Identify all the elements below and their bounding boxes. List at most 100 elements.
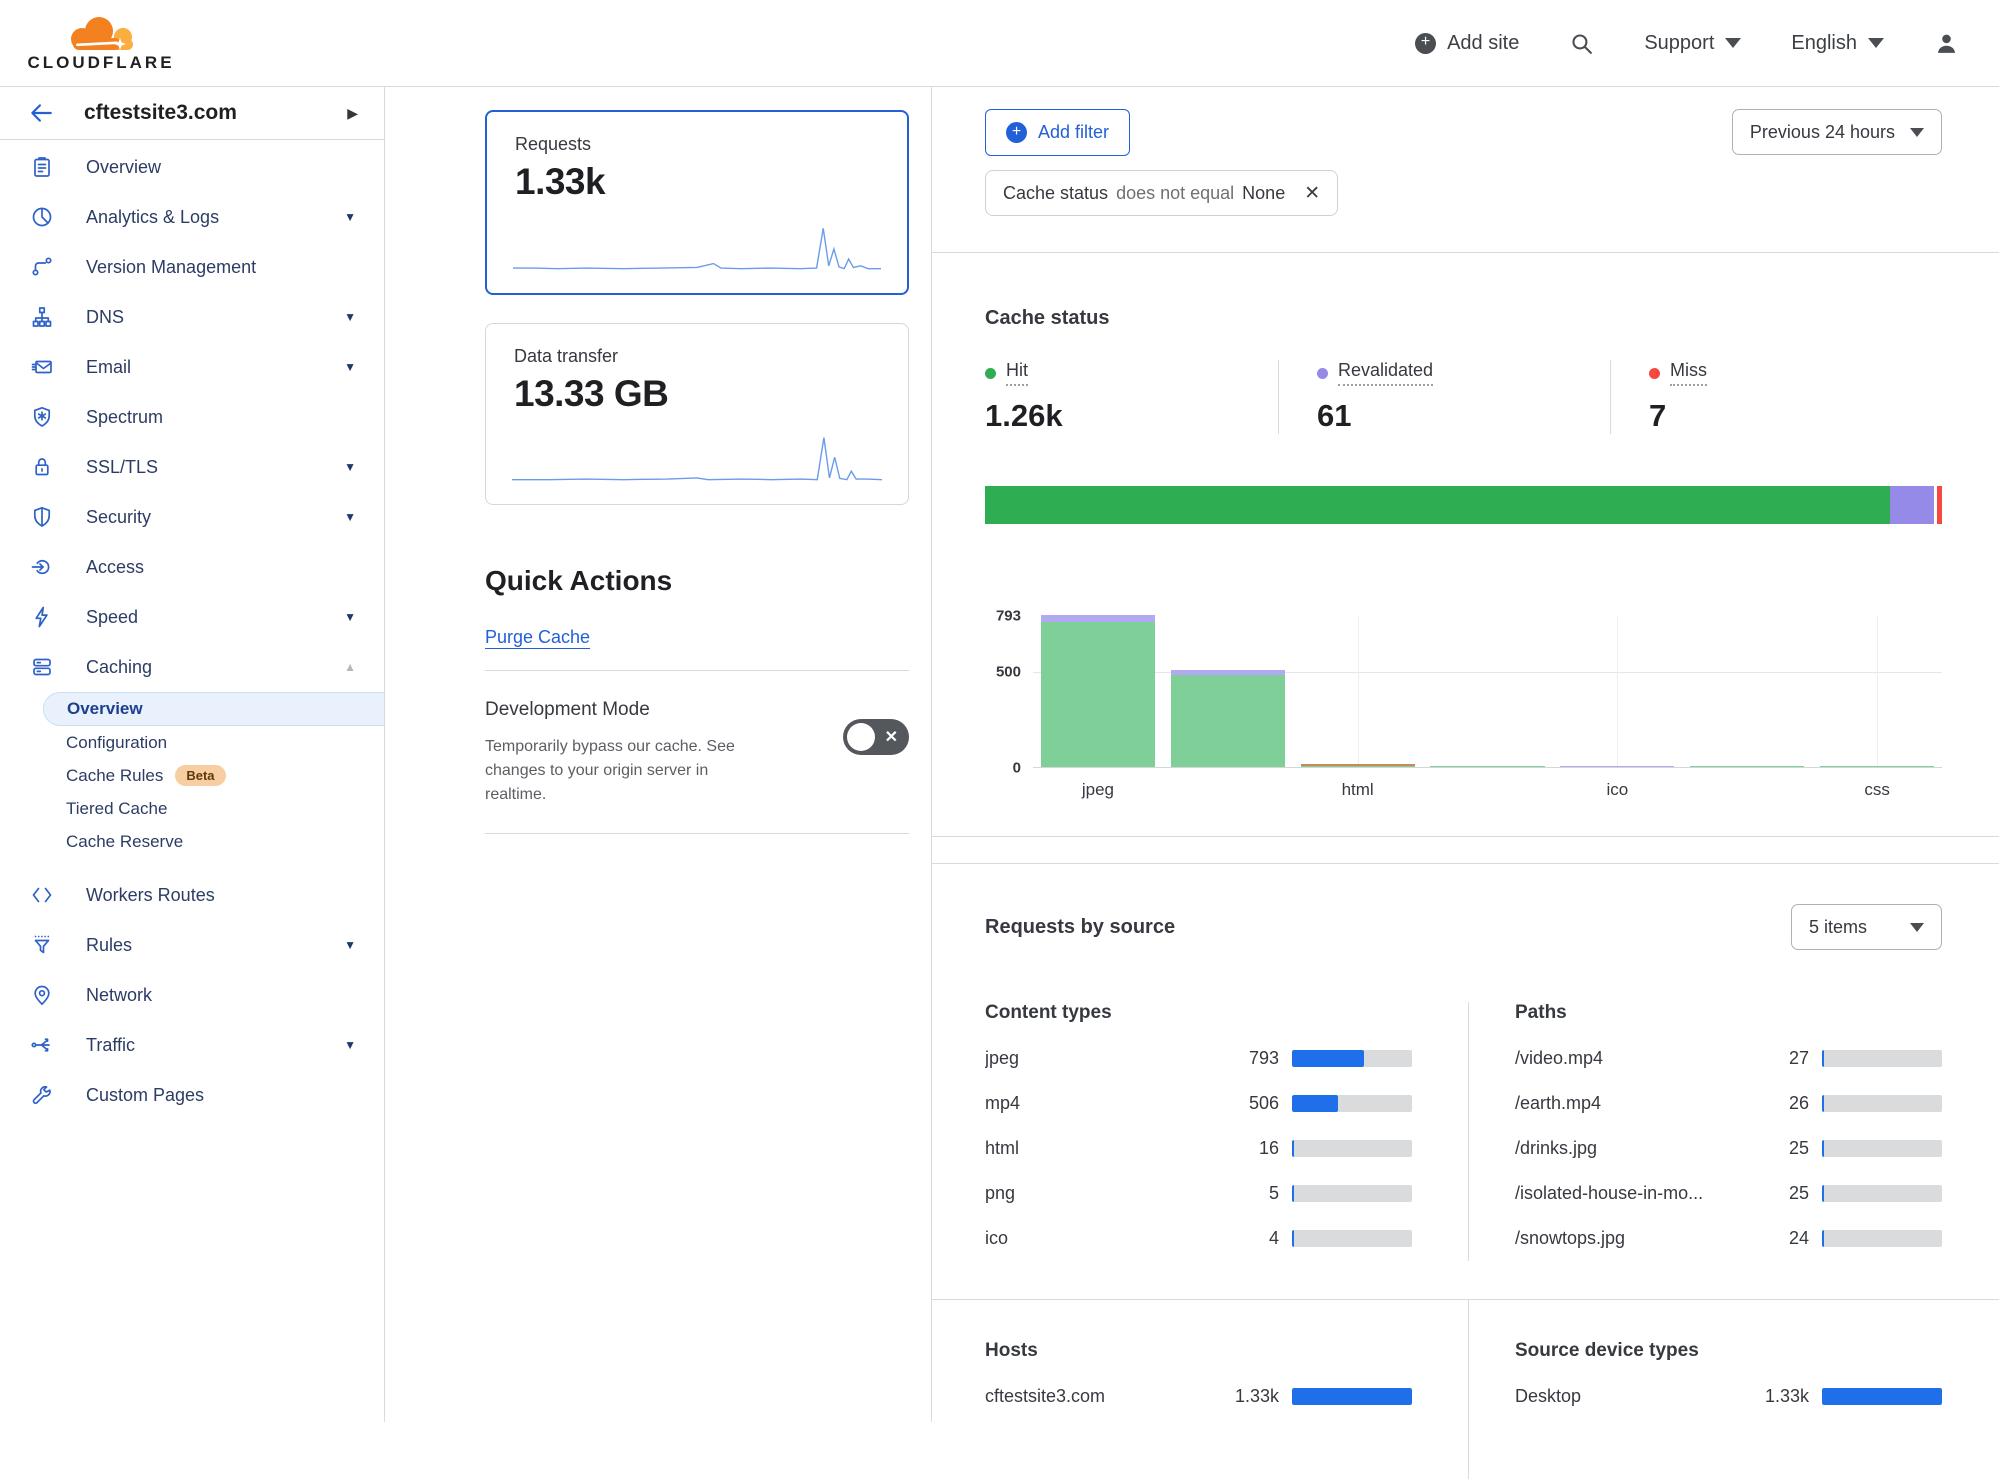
table-row: /drinks.jpg25: [1515, 1126, 1942, 1171]
table-row: /isolated-house-in-mo...25: [1515, 1171, 1942, 1216]
sidebar-item-workers-routes[interactable]: Workers Routes: [0, 870, 384, 920]
row-value: 4: [1209, 1228, 1279, 1249]
account-icon[interactable]: [1934, 31, 1959, 56]
sidebar-item-label: Traffic: [86, 1035, 135, 1056]
sidebar-item-analytics-logs[interactable]: Analytics & Logs▼: [0, 192, 384, 242]
y-tick-label: 500: [996, 664, 1021, 681]
site-name: cftestsite3.com: [84, 101, 347, 125]
development-mode-description: Temporarily bypass our cache. See change…: [485, 735, 763, 807]
bar-segment-hit: [1301, 766, 1415, 767]
email-icon: [30, 355, 54, 379]
table-row: /video.mp427: [1515, 1036, 1942, 1081]
close-icon[interactable]: ✕: [1304, 182, 1320, 205]
site-switcher-caret-icon[interactable]: ▶: [347, 105, 358, 122]
analytics-panel: + Add filter Cache status does not equal…: [932, 87, 1999, 1422]
requests-metric-card[interactable]: Requests 1.33k: [485, 110, 909, 295]
sidebar-item-label: Analytics & Logs: [86, 207, 219, 228]
add-site-label: Add site: [1447, 32, 1519, 55]
sidebar-item-label: Version Management: [86, 257, 256, 278]
sidebar-item-overview[interactable]: Overview: [0, 142, 384, 192]
sidebar-item-security[interactable]: Security▼: [0, 492, 384, 542]
purge-cache-link[interactable]: Purge Cache: [485, 627, 590, 648]
sidebar-item-label: Network: [86, 985, 152, 1006]
requests-by-source-title: Requests by source: [985, 916, 1175, 939]
add-site-button[interactable]: + Add site: [1415, 32, 1519, 55]
sidebar-item-network[interactable]: Network: [0, 970, 384, 1020]
row-bar-track: [1292, 1095, 1412, 1112]
funnel-icon: [30, 933, 54, 957]
bar-segment-revalidated: [1041, 615, 1155, 622]
time-range-select[interactable]: Previous 24 hours: [1732, 109, 1942, 155]
sidebar-item-speed[interactable]: Speed▼: [0, 592, 384, 642]
table-row: ico4: [985, 1216, 1412, 1261]
divider: [485, 670, 909, 671]
chevron-down-icon: [1868, 38, 1884, 48]
chart-bar-html: [1301, 764, 1415, 767]
sidebar-subitem-cache-reserve[interactable]: Cache Reserve: [0, 825, 384, 858]
stat-label-hit[interactable]: Hit: [985, 360, 1028, 386]
bar-segment-revalidated: [1560, 766, 1674, 767]
sidebar-item-ssl-tls[interactable]: SSL/TLS ▼: [0, 442, 384, 492]
sidebar-item-access[interactable]: Access: [0, 542, 384, 592]
sidebar: cftestsite3.com ▶ OverviewAnalytics & Lo…: [0, 87, 385, 1422]
sidebar-subitem-label: Overview: [67, 699, 143, 719]
stacked-segment-miss: [1937, 486, 1942, 524]
row-bar-fill: [1292, 1185, 1294, 1202]
content-types-table: Content typesjpeg793mp4506html16png5ico4: [985, 1002, 1469, 1261]
stat-value-miss: 7: [1649, 398, 1942, 434]
toggle-knob: [847, 723, 875, 751]
items-count-select[interactable]: 5 items: [1791, 904, 1942, 950]
sidebar-item-spectrum[interactable]: Spectrum: [0, 392, 384, 442]
chart-bar-png: [1430, 766, 1544, 767]
chart-bar-css: [1820, 766, 1934, 767]
sidebar-item-custom-pages[interactable]: Custom Pages: [0, 1070, 384, 1120]
data-transfer-metric-card[interactable]: Data transfer 13.33 GB: [485, 323, 909, 505]
search-icon[interactable]: [1569, 31, 1594, 56]
development-mode-section: Development Mode Temporarily bypass our …: [485, 699, 909, 807]
filter-operator: does not equal: [1116, 183, 1234, 204]
chevron-down-icon: ▼: [344, 1038, 356, 1052]
sidebar-item-traffic[interactable]: Traffic ▼: [0, 1020, 384, 1070]
requests-value: 1.33k: [515, 161, 879, 203]
sidebar-item-rules[interactable]: Rules▼: [0, 920, 384, 970]
stat-label-revalidated[interactable]: Revalidated: [1317, 360, 1433, 386]
chevron-down-icon: ▼: [344, 460, 356, 474]
plus-icon: +: [1006, 122, 1027, 143]
sidebar-item-label: Custom Pages: [86, 1085, 204, 1106]
cloudflare-logo[interactable]: CLOUDFLARE: [22, 14, 180, 73]
development-mode-toggle[interactable]: ✕: [843, 719, 909, 755]
sidebar-item-caching[interactable]: Caching▲: [0, 642, 384, 692]
row-label: /isolated-house-in-mo...: [1515, 1183, 1739, 1204]
x-tick-label-html: html: [1342, 780, 1374, 800]
sidebar-item-dns[interactable]: DNS▼: [0, 292, 384, 342]
row-value: 25: [1739, 1138, 1809, 1159]
row-bar-fill: [1292, 1388, 1412, 1405]
back-arrow-icon[interactable]: [28, 100, 54, 126]
language-menu[interactable]: English: [1791, 32, 1884, 55]
row-value: 24: [1739, 1228, 1809, 1249]
sidebar-subitem-cache-rules[interactable]: Cache RulesBeta: [0, 759, 384, 792]
row-bar-fill: [1292, 1095, 1338, 1112]
sidebar-subitem-tiered-cache[interactable]: Tiered Cache: [0, 792, 384, 825]
stat-label-miss[interactable]: Miss: [1649, 360, 1707, 386]
site-header: cftestsite3.com ▶: [0, 87, 384, 140]
bar-segment-hit: [1690, 766, 1804, 767]
sidebar-subitem-overview[interactable]: Overview: [43, 692, 384, 726]
sidebar-subitem-configuration[interactable]: Configuration: [0, 726, 384, 759]
sidebar-item-label: SSL/TLS: [86, 457, 158, 478]
items-count-value: 5 items: [1809, 917, 1867, 938]
stat-revalidated: Revalidated61: [1278, 360, 1610, 434]
chart-x-axis: jpeghtmlicocss: [1033, 768, 1942, 804]
chevron-down-icon: [1725, 38, 1741, 48]
row-bar-fill: [1822, 1050, 1824, 1067]
chevron-down-icon: [1910, 923, 1924, 932]
add-filter-button[interactable]: + Add filter: [985, 109, 1130, 156]
sidebar-item-email[interactable]: Email▼: [0, 342, 384, 392]
sidebar-item-version-management[interactable]: Version Management: [0, 242, 384, 292]
filter-value: None: [1242, 183, 1285, 204]
active-filter-chip: Cache status does not equal None ✕: [985, 170, 1338, 216]
chart-bar-mp4: [1171, 670, 1285, 767]
row-value: 26: [1739, 1093, 1809, 1114]
support-menu[interactable]: Support: [1644, 32, 1741, 55]
server-stack-icon: [30, 655, 54, 679]
